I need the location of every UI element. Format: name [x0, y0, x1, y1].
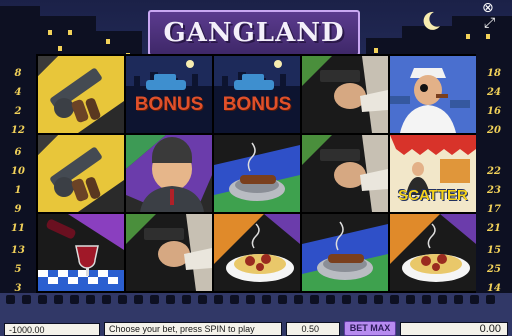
payline-number[interactable]: 16 — [482, 102, 506, 121]
handgun-icon — [302, 135, 388, 212]
payline-number[interactable]: 20 — [482, 121, 506, 140]
game-stage: GANGLAND ⊗ ⤢ 8 4 2 12 6 10 1 9 11 13 5 3… — [0, 0, 512, 336]
symbol-spaghetti — [390, 214, 476, 291]
tommy-gun-icon — [38, 135, 124, 212]
cigar-ashtray-icon — [214, 135, 300, 212]
payline-number[interactable]: 18 — [482, 64, 506, 83]
mobster-icon — [390, 56, 476, 133]
wine-bottle-icon — [38, 214, 124, 291]
cigar-ashtray-icon — [302, 214, 388, 291]
symbol-spaghetti — [214, 214, 300, 291]
payline-number[interactable]: 21 — [482, 219, 506, 238]
status-message: Choose your bet, press SPIN to play — [104, 322, 282, 336]
reel-grid: BONUS BONUS SCATTER — [36, 54, 476, 293]
spaghetti-icon — [214, 214, 300, 291]
credit-field: -1000.00 — [4, 323, 100, 336]
symbol-cigar — [214, 135, 300, 212]
payline-number[interactable]: 10 — [6, 162, 30, 181]
fullscreen-icon[interactable]: ⤢ — [484, 15, 495, 31]
bet-max-button[interactable]: BET MAX — [344, 321, 396, 336]
payline-number[interactable]: 4 — [6, 83, 30, 102]
symbol-mobster-white-suit — [390, 56, 476, 133]
symbol-handgun — [302, 135, 388, 212]
win-field: 0.00 — [400, 322, 508, 336]
payline-number[interactable]: 23 — [482, 181, 506, 200]
symbol-tommy-gun — [38, 135, 124, 212]
payline-number[interactable]: 12 — [6, 121, 30, 140]
tommy-gun-icon — [38, 56, 124, 133]
symbol-cigar — [302, 214, 388, 291]
symbol-handgun — [302, 56, 388, 133]
payline-number[interactable]: 24 — [482, 83, 506, 102]
gangster-boss-icon — [126, 135, 212, 212]
payline-number[interactable]: 11 — [6, 219, 30, 238]
payline-number[interactable]: 15 — [482, 241, 506, 260]
title-banner: GANGLAND — [148, 10, 360, 56]
payline-numbers-left: 8 4 2 12 6 10 1 9 11 13 5 3 7 — [6, 64, 30, 317]
payline-number[interactable]: 17 — [482, 200, 506, 219]
payline-number[interactable]: 6 — [6, 143, 30, 162]
bonus-label: BONUS — [134, 94, 204, 115]
payline-numbers-right: 18 24 16 20 22 23 17 21 15 25 14 19 — [482, 64, 506, 317]
symbol-tommy-gun — [38, 56, 124, 133]
symbol-scatter: SCATTER — [390, 135, 476, 212]
payline-number[interactable]: 13 — [6, 241, 30, 260]
payline-number[interactable]: 5 — [6, 260, 30, 279]
scatter-label: SCATTER — [398, 187, 468, 204]
handgun-icon — [302, 56, 388, 133]
handgun-icon — [126, 214, 212, 291]
payline-number[interactable]: 8 — [6, 64, 30, 83]
payline-number[interactable]: 22 — [482, 162, 506, 181]
symbol-wine — [38, 214, 124, 291]
spaghetti-icon — [390, 214, 476, 291]
moon-icon — [423, 11, 440, 30]
symbol-bonus: BONUS — [126, 56, 212, 133]
game-title: GANGLAND — [163, 18, 345, 48]
payline-number[interactable]: 25 — [482, 260, 506, 279]
symbol-bonus: BONUS — [214, 56, 300, 133]
symbol-gangster-boss — [126, 135, 212, 212]
symbol-handgun — [126, 214, 212, 291]
bet-amount-field[interactable]: 0.50 — [286, 322, 340, 336]
payline-number[interactable]: 2 — [6, 102, 30, 121]
bonus-label: BONUS — [222, 94, 292, 115]
close-icon[interactable]: ⊗ — [482, 0, 494, 16]
payline-number[interactable]: 9 — [6, 200, 30, 219]
payline-number[interactable]: 1 — [6, 181, 30, 200]
